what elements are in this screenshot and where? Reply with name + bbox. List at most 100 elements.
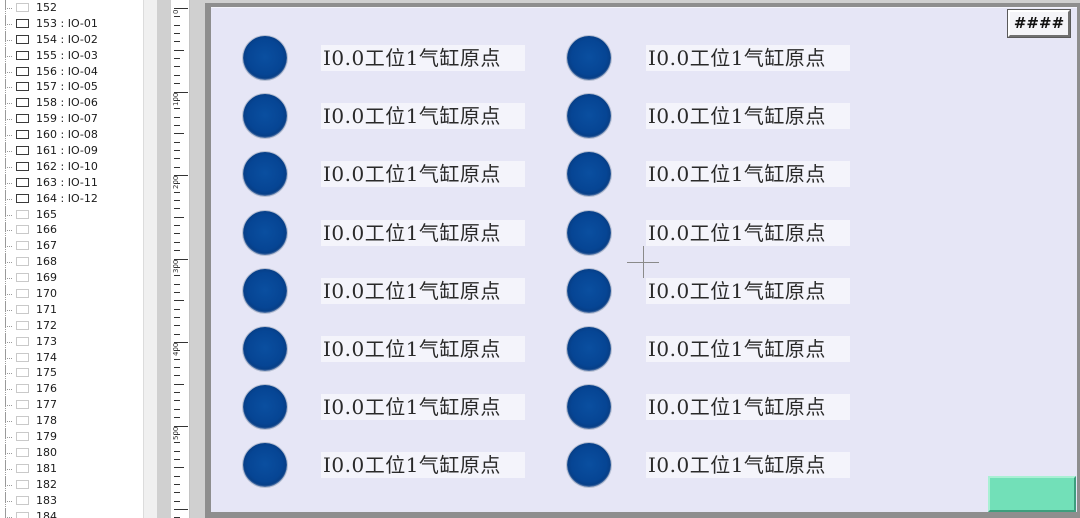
tree-connector [5, 460, 12, 470]
tree-connector [5, 79, 12, 89]
ruler-tick [174, 49, 184, 51]
io-label[interactable]: I0.0工位1气缸原点 [646, 161, 850, 188]
indicator-lamp[interactable] [567, 152, 611, 197]
io-label[interactable]: I0.0工位1气缸原点 [646, 103, 850, 130]
indicator-lamp[interactable] [567, 36, 611, 80]
io-label[interactable]: I0.0工位1气缸原点 [321, 45, 525, 71]
screen-page-icon [16, 130, 29, 140]
indicator-lamp[interactable] [243, 210, 287, 255]
indicator-lamp[interactable] [567, 94, 611, 139]
screen-page-icon [16, 352, 29, 362]
screen-page-icon [16, 209, 29, 219]
io-label[interactable]: I0.0工位1气缸原点 [321, 394, 525, 421]
io-label[interactable]: I0.0工位1气缸原点 [646, 394, 850, 421]
tree-item-label: 176 [36, 382, 57, 396]
indicator-lamp[interactable] [567, 443, 611, 488]
tree-item-label: 180 [36, 445, 57, 459]
vertical-ruler: 0 100 200 300 400 500 [171, 0, 190, 518]
indicator-lamp[interactable] [243, 327, 287, 371]
ruler-tick [174, 316, 180, 318]
tree-connector [5, 492, 12, 502]
hmi-screen[interactable]: I0.0工位1气缸原点 I0.0工位1气缸原点 I0.0工位1气缸原点 I0.0工位1… [211, 7, 1077, 512]
ruler-tick [174, 358, 180, 360]
tree-item-label: 169 [36, 271, 57, 285]
indicator-lamp[interactable] [243, 152, 287, 197]
ruler-tick [174, 417, 180, 419]
ruler-tick [174, 333, 180, 335]
tree-connector [5, 15, 12, 25]
tree-connector [5, 190, 12, 200]
screen-page-icon [16, 82, 29, 92]
ruler-tick [174, 58, 180, 60]
ruler-tick [174, 400, 180, 402]
io-label[interactable]: I0.0工位1气缸原点 [321, 103, 525, 130]
tree-item-label: 177 [36, 398, 57, 412]
tree-connector [5, 95, 12, 105]
tree-connector [5, 444, 12, 454]
function-button[interactable] [988, 476, 1076, 512]
tree-item-label: 163 : IO-11 [36, 175, 98, 189]
screen-page-icon [16, 320, 29, 330]
ruler-tick [174, 24, 180, 26]
tree-item-label: 167 [36, 239, 57, 253]
indicator-lamp[interactable] [567, 268, 611, 313]
tree-connector [5, 381, 12, 391]
io-label[interactable]: I0.0工位1气缸原点 [321, 219, 525, 246]
screen-page-icon [16, 177, 29, 187]
indicator-lamp[interactable] [243, 36, 287, 80]
indicator-lamp[interactable] [567, 385, 611, 430]
screen-page-icon [16, 479, 29, 489]
tree-connector [5, 0, 12, 9]
tree-connector [5, 111, 12, 121]
indicator-lamp[interactable] [243, 443, 287, 488]
io-label[interactable]: I0.0工位1气缸原点 [646, 277, 850, 304]
indicator-lamp[interactable] [243, 385, 287, 430]
screen-page-icon [16, 432, 29, 442]
ruler-tick [174, 225, 180, 227]
io-label[interactable]: I0.0工位1气缸原点 [321, 336, 525, 362]
screen-page-icon [16, 50, 29, 60]
tree-item-label: 164 : IO-12 [36, 191, 98, 205]
tree-item-label: 160 : IO-08 [36, 128, 98, 142]
ruler-tick [174, 291, 180, 293]
ruler-tick [174, 16, 180, 18]
ruler-tick [174, 500, 180, 502]
ruler-tick [174, 83, 180, 85]
io-label[interactable]: I0.0工位1气缸原点 [646, 219, 850, 246]
ruler-tick [174, 149, 180, 151]
ruler-tick [174, 483, 180, 485]
ruler-tick [174, 66, 180, 68]
tree-scrollbar[interactable] [143, 0, 158, 518]
tree-connector [5, 238, 12, 248]
numeric-display-field[interactable]: #### [1007, 9, 1071, 38]
tree-item-label: 152 [36, 1, 57, 14]
screen-page-icon [16, 400, 29, 410]
tree-connector [5, 286, 12, 296]
indicator-lamp[interactable] [243, 94, 287, 139]
tree-item-label: 172 [36, 318, 57, 332]
io-label[interactable]: I0.0工位1气缸原点 [321, 161, 525, 188]
io-label[interactable]: I0.0工位1气缸原点 [321, 452, 525, 479]
ruler-tick [174, 124, 180, 126]
io-label[interactable]: I0.0工位1气缸原点 [646, 452, 850, 479]
io-label[interactable]: I0.0工位1气缸原点 [646, 45, 850, 71]
tree-item-label: 162 : IO-10 [36, 159, 98, 173]
ruler-tick [174, 275, 180, 277]
tree-connector [5, 270, 12, 280]
indicator-lamp[interactable] [567, 327, 611, 371]
io-label[interactable]: I0.0工位1气缸原点 [646, 336, 850, 362]
indicator-lamp[interactable] [567, 210, 611, 255]
tree-item-label: 182 [36, 477, 57, 491]
screen-page-icon [16, 3, 29, 12]
indicator-lamp[interactable] [243, 268, 287, 313]
ruler-label: 0 [172, 9, 180, 14]
ruler-tick [174, 475, 180, 477]
ruler-tick [174, 233, 180, 235]
tree-item-label: 157 : IO-05 [36, 80, 98, 94]
io-label[interactable]: I0.0工位1气缸原点 [321, 277, 525, 304]
tree-connector [5, 47, 12, 57]
ruler-tick [174, 308, 180, 310]
screen-page-icon [16, 193, 29, 203]
ruler-tick [174, 216, 184, 218]
screen-page-icon [16, 416, 29, 426]
